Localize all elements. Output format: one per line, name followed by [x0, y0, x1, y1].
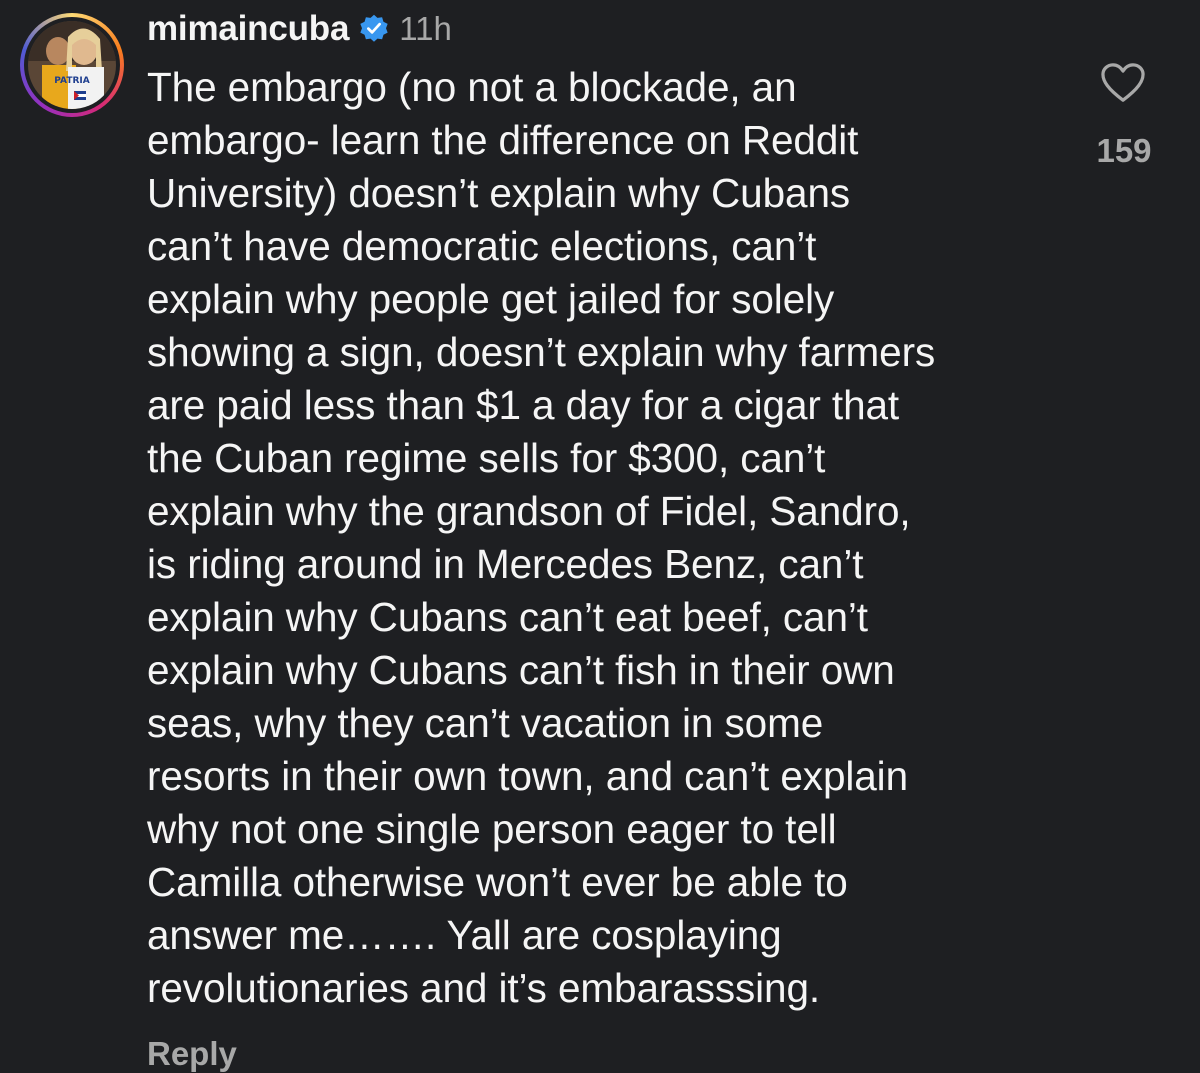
comment-timestamp: 11h: [399, 10, 452, 47]
avatar-gap: PATRIA: [24, 17, 120, 113]
like-control[interactable]: 159: [1092, 56, 1152, 186]
reply-button[interactable]: Reply: [147, 1035, 237, 1073]
avatar-story-ring[interactable]: PATRIA: [20, 13, 124, 117]
comment-text: The embargo (no not a blockade, an embar…: [147, 64, 936, 1011]
avatar-shirt-text: PATRIA: [54, 76, 89, 86]
like-count: 159: [1096, 132, 1152, 169]
username[interactable]: mimaincuba: [147, 9, 349, 49]
heart-outline-icon[interactable]: [1100, 62, 1146, 104]
comment-header: mimaincuba 11h: [147, 6, 452, 52]
verified-badge-icon: [360, 14, 388, 42]
comment-item: PATRIA mimaincuba 11h The embargo (no no…: [0, 0, 1200, 1072]
avatar: PATRIA: [28, 21, 116, 109]
